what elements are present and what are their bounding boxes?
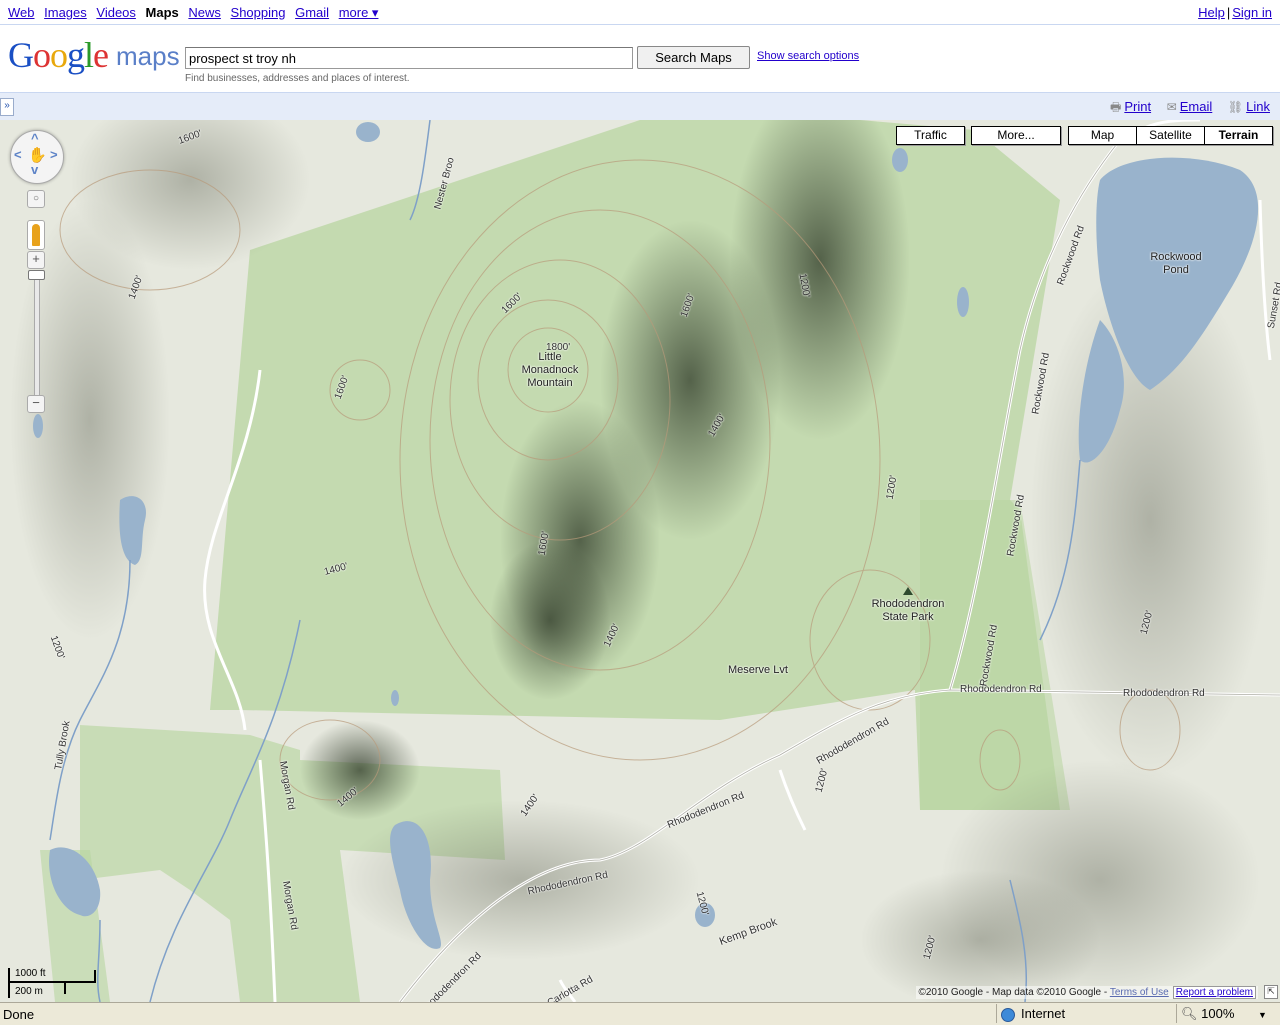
traffic-button[interactable]: Traffic (896, 126, 965, 145)
more-layers-button[interactable]: More... (971, 126, 1061, 145)
scale-tick (64, 982, 66, 994)
logo-maps: maps (116, 41, 180, 71)
rhododendron-rd-label-1: Rhododendron Rd (960, 684, 1042, 695)
status-text: Done (3, 1007, 35, 1022)
expand-panel-button[interactable]: » (0, 98, 14, 116)
zone-label: Internet (1021, 1006, 1066, 1021)
print-link[interactable]: Print (1124, 99, 1151, 114)
scale-metric: 200 m (15, 986, 43, 997)
help-link[interactable]: Help (1198, 5, 1225, 20)
pan-up-icon[interactable]: ^ (31, 131, 39, 146)
zoom-out-button[interactable]: − (27, 395, 45, 413)
link-link[interactable]: Link (1246, 99, 1270, 114)
overview-map-toggle-icon[interactable]: ⇱ (1264, 985, 1278, 999)
rhododendron-rd-label-2: Rhododendron Rd (1123, 688, 1205, 699)
scale-bar: 1000 ft 200 m (8, 968, 100, 998)
zoom-slider-track[interactable] (34, 270, 40, 397)
nav-shopping[interactable]: Shopping (231, 5, 286, 20)
scale-tick (8, 968, 10, 998)
printer-icon: 🖶 (1110, 100, 1122, 114)
magnifier-icon: 🔍︎ (1181, 1006, 1198, 1021)
browser-status-bar: Done Internet 🔍︎ 100% ▼ (0, 1002, 1280, 1025)
zoom-level[interactable]: 🔍︎ 100% ▼ (1176, 1004, 1280, 1023)
nav-more[interactable]: more ▾ (339, 5, 379, 20)
scale-imperial: 1000 ft (15, 968, 46, 979)
street-view-pegman[interactable] (27, 220, 45, 250)
search-input[interactable] (185, 47, 633, 69)
nav-maps-active: Maps (145, 5, 179, 20)
nav-gmail[interactable]: Gmail (295, 5, 329, 20)
pan-down-icon[interactable]: v (31, 162, 38, 177)
zoom-level-value: 100% (1201, 1006, 1235, 1021)
map-canvas[interactable]: Little Monadnock Mountain Rockwood Pond … (0, 120, 1280, 1002)
terms-of-use-link[interactable]: Terms of Use (1110, 987, 1169, 998)
report-problem-link[interactable]: Report a problem (1172, 986, 1256, 999)
pan-left-icon[interactable]: < (14, 147, 22, 162)
pan-right-icon[interactable]: > (50, 147, 58, 162)
separator: | (1226, 5, 1231, 20)
sign-in-link[interactable]: Sign in (1232, 5, 1272, 20)
envelope-icon: ✉ (1166, 100, 1177, 114)
nav-images[interactable]: Images (44, 5, 87, 20)
top-navigation: Web Images Videos Maps News Shopping Gma… (0, 0, 1280, 25)
copyright-line: ©2010 Google - Map data ©2010 Google - T… (916, 986, 1258, 999)
show-search-options-link[interactable]: Show search options (757, 50, 859, 62)
google-maps-logo[interactable]: Google maps (8, 35, 180, 76)
map-type-satellite-button[interactable]: Satellite (1136, 126, 1205, 145)
search-hint: Find businesses, addresses and places of… (185, 73, 410, 84)
zoom-in-button[interactable]: + (27, 251, 45, 269)
copyright-text: ©2010 Google - Map data ©2010 Google - (918, 987, 1110, 998)
scale-tick (94, 970, 96, 982)
pegman-icon (32, 224, 40, 246)
reset-view-button[interactable]: ○ (27, 190, 45, 208)
nav-web[interactable]: Web (8, 5, 35, 20)
panel-bar: » 🖶 Print ✉ Email ⛓ Link (0, 92, 1280, 121)
chain-link-icon: ⛓ (1227, 100, 1244, 114)
rhododendron-state-park-label: Rhododendron State Park (871, 598, 945, 623)
email-link[interactable]: Email (1180, 99, 1213, 114)
pan-control[interactable]: ^ < > v ✋ (10, 130, 64, 184)
search-maps-button[interactable]: Search Maps (637, 46, 750, 69)
rockwood-pond-label: Rockwood Pond (1150, 251, 1202, 276)
map-type-terrain-button[interactable]: Terrain (1204, 126, 1273, 145)
little-monadnock-label: Little Monadnock Mountain (521, 351, 579, 389)
security-zone: Internet (996, 1004, 1177, 1023)
contour-1800-label: 1800' (546, 342, 571, 353)
scale-line (8, 981, 96, 983)
header: Google maps Search Maps Show search opti… (0, 25, 1280, 91)
hand-icon: ✋ (28, 147, 47, 164)
map-type-map-button[interactable]: Map (1068, 126, 1137, 145)
terrain-map-image (0, 120, 1280, 1002)
meserve-lvt-label: Meserve Lvt (728, 664, 788, 676)
logo-google: Google (8, 35, 109, 75)
zoom-slider-thumb[interactable] (28, 270, 45, 280)
globe-icon (1001, 1007, 1015, 1022)
nav-news[interactable]: News (188, 5, 221, 20)
chevron-down-icon: ▼ (1258, 1010, 1267, 1020)
nav-videos[interactable]: Videos (96, 5, 136, 20)
